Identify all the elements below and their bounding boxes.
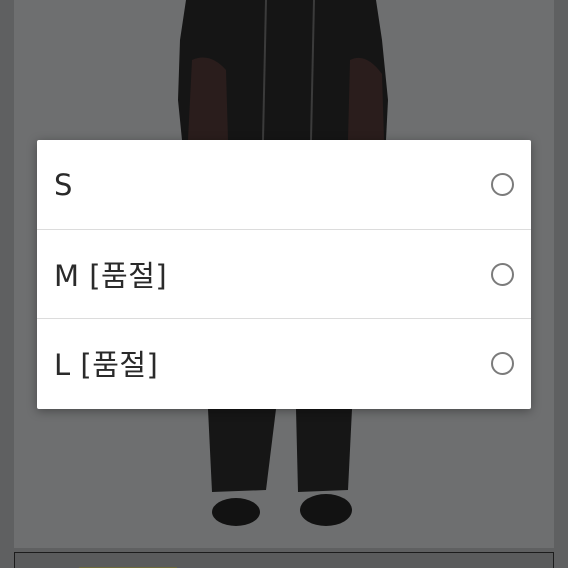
size-option-label: L [품절] [54,348,159,382]
radio-unchecked-icon[interactable] [491,351,514,375]
size-option-l[interactable]: L [품절] [37,318,531,407]
size-option-label: S [54,167,73,202]
size-select-dialog: S M [품절] L [품절] [37,140,531,409]
size-option-label: M [품절] [54,259,168,293]
size-option-s[interactable]: S [37,140,531,229]
size-option-m[interactable]: M [품절] [37,229,531,318]
radio-unchecked-icon[interactable] [491,262,514,286]
radio-unchecked-icon[interactable] [491,173,514,196]
screen: S M [품절] L [품절] [0,0,568,568]
